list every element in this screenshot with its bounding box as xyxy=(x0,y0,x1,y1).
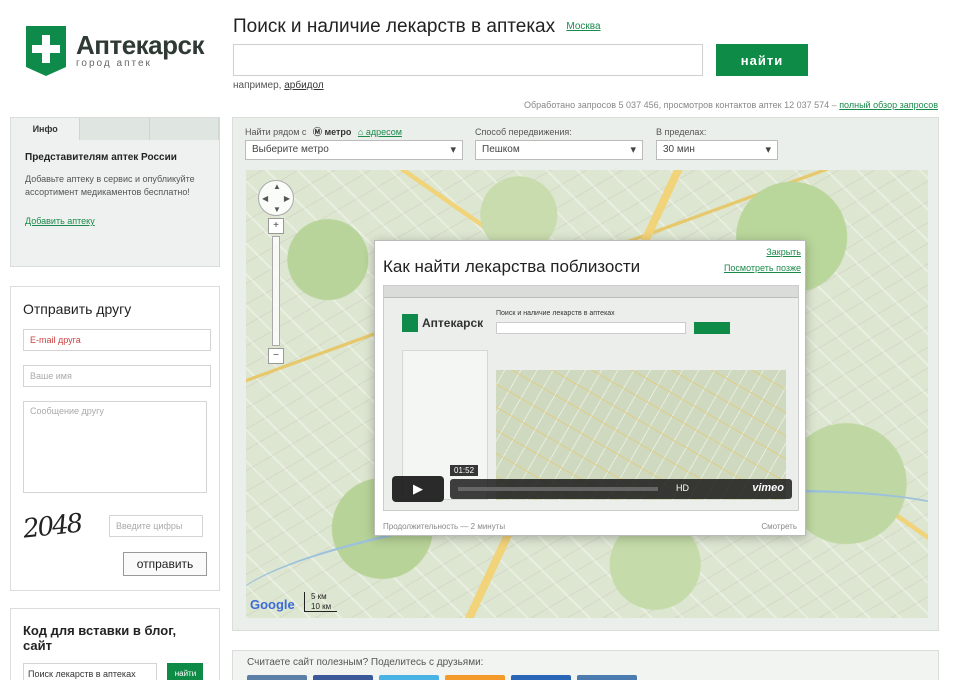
transport-label: Способ передвижения: xyxy=(475,127,572,137)
blog-title: Код для вставки в блог, сайт xyxy=(23,623,177,653)
blog-code-panel: Код для вставки в блог, сайт Поиск лекар… xyxy=(10,608,220,680)
search-title: Поиск и наличие лекарств в аптеках Москв… xyxy=(233,16,601,37)
video-controls: ▶ 01:52 HD vimeo xyxy=(392,465,792,502)
captcha-image: 2048 xyxy=(21,508,83,545)
info-tabs: Инфо xyxy=(11,118,219,140)
tab-2[interactable] xyxy=(80,118,150,140)
video-logo-name: Аптекарск xyxy=(422,316,484,330)
map-section: Найти рядом с Ⓜ метро ⌂ адресом Выберите… xyxy=(232,117,939,631)
captcha-input[interactable]: Введите цифры xyxy=(109,515,203,537)
vimeo-logo[interactable]: vimeo xyxy=(752,482,784,494)
send-to-friend-panel: Отправить другу E-mail друга Ваше имя Со… xyxy=(10,286,220,591)
stats-link[interactable]: полный обзор запросов xyxy=(839,100,938,110)
address-option[interactable]: ⌂ адресом xyxy=(358,127,402,137)
add-pharmacy-link[interactable]: Добавить аптеку xyxy=(25,216,95,226)
livejournal-icon[interactable] xyxy=(577,675,637,680)
video-browser-bar xyxy=(384,286,798,298)
video-popup: Как найти лекарства поблизости Закрыть П… xyxy=(374,240,806,536)
info-title: Представителям аптек России xyxy=(25,152,177,163)
time-label: В пределах: xyxy=(656,127,707,137)
map-filters: Найти рядом с Ⓜ метро ⌂ адресом Выберите… xyxy=(245,124,926,172)
metro-select[interactable]: Выберите метро xyxy=(245,140,463,160)
stats-line: Обработано запросов 5 037 456, просмотро… xyxy=(524,100,938,110)
send-title: Отправить другу xyxy=(23,301,132,317)
logo-name: Аптекарск xyxy=(76,30,205,60)
popup-close-link[interactable]: Закрыть xyxy=(766,247,801,257)
video-duration: Продолжительность — 2 минуты xyxy=(383,522,506,531)
site-logo[interactable]: Аптекарск город аптек xyxy=(26,26,205,76)
play-icon[interactable]: ▶ xyxy=(392,476,444,502)
friend-email-field[interactable]: E-mail друга xyxy=(23,329,211,351)
video-track[interactable] xyxy=(458,487,658,491)
map-scale: 5 км 10 км xyxy=(304,592,338,612)
message-field[interactable]: Сообщение другу xyxy=(23,401,207,493)
pharmacy-cross-icon xyxy=(26,26,66,76)
video-time: 01:52 xyxy=(450,465,479,476)
google-logo: Google xyxy=(250,597,295,612)
zoom-out-button[interactable]: − xyxy=(268,348,284,364)
popup-view-later-link[interactable]: Посмотреть позже xyxy=(724,263,801,273)
vk-icon[interactable] xyxy=(247,675,307,680)
mailru-icon[interactable] xyxy=(511,675,571,680)
example-link[interactable]: арбидол xyxy=(284,80,323,91)
twitter-icon[interactable] xyxy=(379,675,439,680)
video-search-button xyxy=(694,322,730,334)
video-logo-icon xyxy=(402,314,418,332)
blog-search-button[interactable]: найти xyxy=(167,663,204,680)
info-panel: Инфо Представителям аптек России Добавьт… xyxy=(10,117,220,267)
share-text: Считаете сайт полезным? Поделитесь с дру… xyxy=(247,657,484,668)
hd-toggle[interactable]: HD xyxy=(676,483,689,493)
zoom-slider[interactable] xyxy=(272,236,280,346)
near-label: Найти рядом с xyxy=(245,127,307,137)
search-button[interactable]: найти xyxy=(716,44,808,76)
share-icons xyxy=(247,675,637,680)
tab-info[interactable]: Инфо xyxy=(11,118,81,140)
facebook-icon[interactable] xyxy=(313,675,373,680)
search-input[interactable] xyxy=(233,44,703,76)
video-player[interactable]: Аптекарск Поиск и наличие лекарств в апт… xyxy=(383,285,799,511)
video-search-title: Поиск и наличие лекарств в аптеках xyxy=(496,310,615,317)
tab-3[interactable] xyxy=(149,118,219,140)
map-canvas[interactable]: ▲ ▼ ◀ ▶ + − Google 5 км 10 км Как найти … xyxy=(246,170,928,618)
zoom-in-button[interactable]: + xyxy=(268,218,284,234)
map-pan-control[interactable]: ▲ ▼ ◀ ▶ xyxy=(258,180,294,216)
city-link[interactable]: Москва xyxy=(566,21,600,32)
video-progress-bar[interactable]: 01:52 HD vimeo xyxy=(450,465,792,499)
search-example: например, арбидол xyxy=(233,80,324,91)
video-search-input xyxy=(496,322,686,334)
time-select[interactable]: 30 мин xyxy=(656,140,778,160)
blog-code-input[interactable]: Поиск лекарств в аптеках xyxy=(23,663,157,680)
your-name-field[interactable]: Ваше имя xyxy=(23,365,211,387)
send-button[interactable]: отправить xyxy=(123,552,207,576)
popup-title: Как найти лекарства поблизости xyxy=(383,257,641,276)
odnoklassniki-icon[interactable] xyxy=(445,675,505,680)
video-watch-link[interactable]: Смотреть xyxy=(761,522,797,531)
transport-select[interactable]: Пешком xyxy=(475,140,643,160)
info-text: Добавьте аптеку в сервис и опубликуйте а… xyxy=(25,174,195,197)
metro-option[interactable]: Ⓜ метро xyxy=(313,127,351,137)
share-bar: Считаете сайт полезным? Поделитесь с дру… xyxy=(232,650,939,680)
